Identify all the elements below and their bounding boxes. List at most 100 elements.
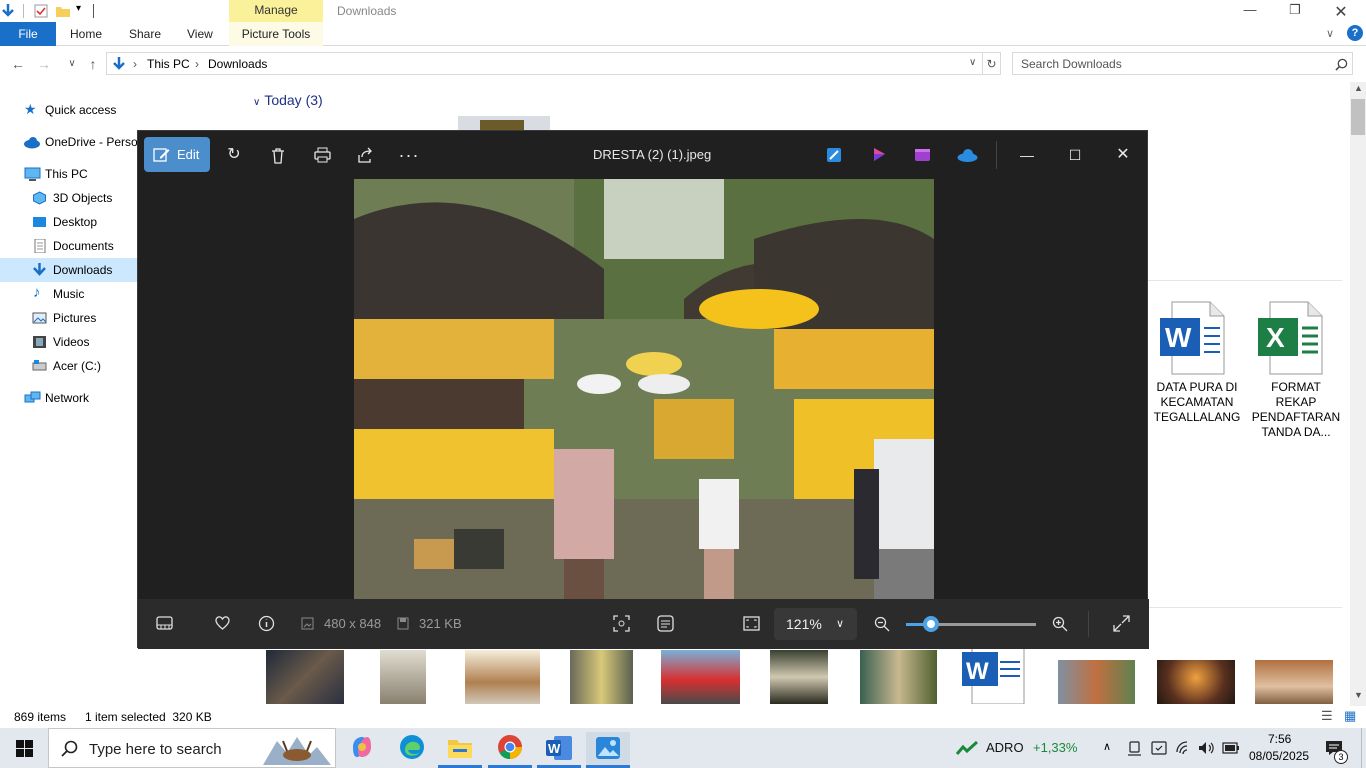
sidebar-item-quick-access[interactable]: ★ Quick access <box>0 98 245 122</box>
volume-icon[interactable] <box>1198 740 1214 756</box>
wifi-icon[interactable] <box>1176 740 1192 756</box>
security-shield-icon[interactable] <box>1151 740 1167 756</box>
vertical-scrollbar[interactable]: ▲ ▼ <box>1350 82 1366 706</box>
print-icon[interactable] <box>304 138 340 172</box>
photo-thumbnail[interactable] <box>1255 660 1333 704</box>
photo-thumbnail[interactable] <box>1058 660 1135 704</box>
stock-change[interactable]: +1,33% <box>1033 740 1077 755</box>
taskbar-search-input[interactable]: Type here to search <box>48 728 336 768</box>
recent-locations-button[interactable]: ∨ <box>62 52 82 76</box>
photo-thumbnail[interactable] <box>570 650 633 704</box>
minimize-button[interactable]: — <box>1240 2 1260 20</box>
video-editor-icon[interactable] <box>914 146 931 163</box>
forward-button[interactable]: → <box>34 52 54 76</box>
tab-home[interactable]: Home <box>70 22 102 46</box>
properties-check-icon[interactable] <box>33 3 49 19</box>
zoom-slider[interactable] <box>906 616 1036 632</box>
photo-thumbnail[interactable] <box>770 650 828 704</box>
displayed-photo[interactable] <box>354 179 934 599</box>
more-options-icon[interactable]: ··· <box>391 138 427 172</box>
favorite-heart-icon[interactable] <box>214 615 231 631</box>
group-header-today[interactable]: ∨ Today (3) <box>253 92 323 108</box>
photo-thumbnail[interactable] <box>380 650 426 704</box>
rotate-icon[interactable]: ↻ <box>216 138 252 172</box>
window-title: Downloads <box>337 4 397 18</box>
excel-spreadsheet-icon[interactable]: X <box>1256 300 1330 376</box>
refresh-button[interactable]: ↻ <box>983 52 1001 75</box>
taskbar-copilot-app[interactable] <box>340 732 384 768</box>
scroll-up-icon[interactable]: ▲ <box>1354 83 1363 93</box>
up-button[interactable]: ↑ <box>83 52 103 76</box>
sidebar-item-label: OneDrive - Person <box>45 135 145 149</box>
details-view-icon[interactable]: ☰ <box>1321 708 1333 724</box>
clock-time[interactable]: 7:56 <box>1268 732 1291 746</box>
zoom-level-dropdown[interactable]: 121% ∨ <box>774 608 857 640</box>
zoom-slider-handle[interactable] <box>923 616 939 632</box>
taskbar-file-explorer-app[interactable] <box>438 732 482 768</box>
back-button[interactable]: ← <box>8 52 28 76</box>
edit-button[interactable]: Edit <box>144 137 210 172</box>
address-dropdown-icon[interactable]: ∨ <box>969 57 976 68</box>
filmstrip-icon[interactable] <box>156 616 173 630</box>
photo-thumbnail[interactable] <box>266 650 344 704</box>
large-icons-view-icon[interactable]: ▦ <box>1344 708 1356 724</box>
clock-date[interactable]: 08/05/2025 <box>1249 749 1309 763</box>
breadcrumb-downloads[interactable]: Downloads <box>208 57 267 71</box>
share-icon[interactable] <box>347 138 383 172</box>
info-icon[interactable] <box>258 615 275 632</box>
help-icon[interactable]: ? <box>1347 25 1363 41</box>
clipchamp-app-icon[interactable] <box>871 146 887 163</box>
viewer-minimize-button[interactable]: — <box>1009 138 1045 172</box>
svg-text:W: W <box>966 658 989 685</box>
viewer-maximize-button[interactable]: ☐ <box>1057 138 1093 172</box>
sidebar-item-label: Documents <box>53 239 114 253</box>
restore-button[interactable]: ❐ <box>1285 2 1305 20</box>
zoom-out-icon[interactable] <box>874 616 890 632</box>
file-label-excel-document[interactable]: FORMAT REKAP PENDAFTARAN TANDA DA... <box>1251 380 1341 440</box>
viewer-close-button[interactable]: ✕ <box>1105 138 1141 172</box>
qat-dropdown-icon[interactable]: ▾ <box>76 3 81 14</box>
new-folder-icon[interactable] <box>55 3 71 19</box>
show-desktop-button[interactable] <box>1361 728 1366 768</box>
fullscreen-icon[interactable] <box>1113 615 1130 632</box>
manage-tab[interactable]: Manage <box>229 0 323 22</box>
tab-share[interactable]: Share <box>129 22 161 46</box>
zoom-in-icon[interactable] <box>1052 616 1068 632</box>
word-document-icon[interactable]: W <box>962 648 1026 704</box>
fit-to-window-icon[interactable] <box>743 616 760 631</box>
delete-icon[interactable] <box>260 138 296 172</box>
taskbar-edge-app[interactable] <box>390 732 434 768</box>
text-extract-icon[interactable] <box>657 615 674 632</box>
windows-start-icon[interactable] <box>16 740 33 757</box>
stock-ticker[interactable]: ADRO <box>986 740 1024 755</box>
photo-thumbnail[interactable] <box>1157 660 1235 704</box>
tab-view[interactable]: View <box>187 22 213 46</box>
expand-ribbon-icon[interactable]: ∨ <box>1326 27 1334 40</box>
copilot-icon <box>353 737 371 757</box>
close-button[interactable]: ✕ <box>1331 2 1351 21</box>
stock-chart-icon[interactable] <box>956 741 978 755</box>
show-hidden-icons-chevron-icon[interactable]: ∧ <box>1103 740 1111 753</box>
breadcrumb-this-pc[interactable]: This PC <box>147 57 190 71</box>
tab-picture-tools[interactable]: Picture Tools <box>229 22 323 46</box>
taskbar-photos-app[interactable] <box>586 732 630 768</box>
photo-thumbnail[interactable] <box>465 650 540 704</box>
designer-app-icon[interactable] <box>826 147 842 163</box>
file-label-word-document[interactable]: DATA PURA DI KECAMATAN TEGALLALANG <box>1152 380 1242 425</box>
meet-now-icon[interactable] <box>1127 741 1142 756</box>
scrollbar-thumb[interactable] <box>1351 99 1365 135</box>
file-thumbnail-partial[interactable] <box>458 116 550 130</box>
scroll-down-icon[interactable]: ▼ <box>1354 690 1363 700</box>
address-bar[interactable]: › This PC › Downloads ∨ <box>106 52 983 75</box>
visual-search-icon[interactable] <box>613 615 630 632</box>
battery-icon[interactable] <box>1222 742 1240 754</box>
search-input[interactable]: Search Downloads <box>1012 52 1353 75</box>
photo-thumbnail[interactable] <box>860 650 937 704</box>
photo-thumbnail[interactable] <box>661 650 740 704</box>
word-document-icon[interactable]: W <box>1158 300 1232 376</box>
taskbar-word-app[interactable]: W <box>537 732 581 768</box>
taskbar-chrome-app[interactable] <box>488 732 532 768</box>
onedrive-cloud-icon[interactable] <box>957 149 978 162</box>
tab-file[interactable]: File <box>0 22 56 46</box>
download-arrow-icon[interactable] <box>0 3 16 19</box>
